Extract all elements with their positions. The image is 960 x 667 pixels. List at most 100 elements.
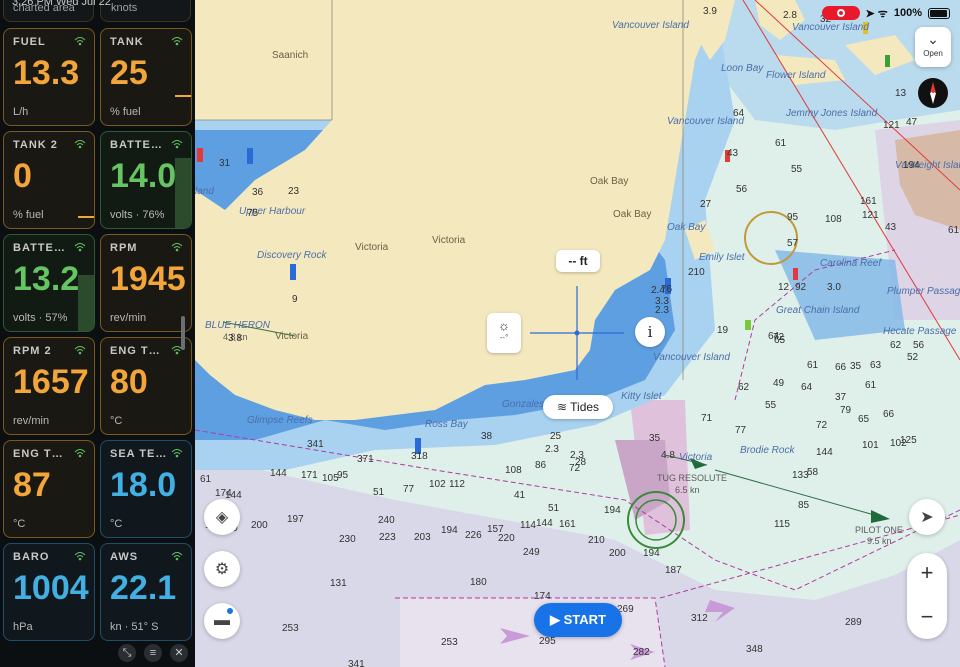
depth-sounding: 174: [534, 591, 551, 602]
tile-value: 1657: [13, 363, 89, 401]
zoom-controls: + −: [907, 553, 947, 639]
depth-sounding: 112: [449, 479, 465, 490]
tile-label: ENG T…: [13, 448, 64, 460]
instrument-tile[interactable]: RPM 2 1657 rev/min: [3, 337, 95, 435]
instrument-tile[interactable]: FUEL 13.3 L/h: [3, 28, 95, 126]
close-icon[interactable]: ✕: [170, 644, 188, 662]
sun-button[interactable]: ☼ --°: [487, 313, 521, 353]
depth-sounding: 61: [775, 138, 787, 149]
land-label: Oak Bay: [590, 176, 629, 187]
open-label: Open: [923, 49, 943, 58]
tile-unit: volts · 57%: [13, 312, 68, 324]
instrument-tile[interactable]: BATTE… 14.0 volts · 76%: [100, 131, 192, 229]
start-button[interactable]: ▶ START: [534, 603, 622, 637]
depth-sounding: 2.3: [570, 450, 584, 461]
depth-sounding: 31: [219, 158, 231, 169]
vessel-label: TUG RESOLUTE: [657, 473, 728, 483]
zoom-in-button[interactable]: +: [907, 553, 947, 593]
instrument-panel: charted area knots 3:26 PM Wed Jul 22 FU…: [0, 0, 195, 667]
depth-sounding: 66: [835, 362, 847, 373]
location-arrow-icon: ➤: [920, 509, 934, 526]
zoom-out-button[interactable]: −: [907, 597, 947, 637]
layers-icon: ◈: [215, 509, 229, 526]
water-label: Brodie Rock: [740, 445, 795, 456]
tile-unit: °C: [110, 415, 123, 427]
depth-sounding: 348: [746, 644, 763, 655]
tile-unit: kn · 51° S: [110, 621, 159, 633]
vessel-label: PILOT ONE: [855, 525, 903, 535]
depth-sounding: 282: [633, 647, 650, 658]
depth-sounding: 35: [649, 433, 661, 444]
depth-sounding: 56: [913, 340, 925, 351]
instrument-tile[interactable]: RPM 1945 rev/min: [100, 234, 192, 332]
info-button[interactable]: i: [635, 317, 665, 347]
settings-button[interactable]: ⚙: [204, 551, 240, 587]
depth-sounding: 144: [816, 447, 833, 458]
tile-label: BATTE…: [13, 242, 66, 254]
tile-value: 13.2: [13, 260, 80, 298]
tile-unit: % fuel: [13, 209, 44, 221]
depth-sounding: 19: [717, 325, 729, 336]
depth-sounding: 75: [247, 208, 259, 219]
nautical-chart-map[interactable]: Saanich Victoria Victoria Oak Bay Oak Bay Vic…: [195, 0, 960, 667]
tile-label: RPM: [110, 242, 138, 254]
depth-sounding: 371: [357, 454, 374, 465]
depth-sounding: 86: [535, 460, 547, 471]
depth-sounding: 253: [441, 637, 458, 648]
depth-sounding: 85: [798, 500, 810, 511]
tile-label: BARO: [13, 551, 50, 563]
files-button[interactable]: ▬: [204, 603, 240, 639]
instrument-tile[interactable]: ENG T… 87 °C: [3, 440, 95, 538]
water-label: Emily Islet: [699, 252, 745, 263]
tile-unit: rev/min: [13, 415, 50, 427]
depth-sounding: 13: [895, 88, 907, 99]
depth-sounding: 220: [498, 533, 515, 544]
tile-label: TANK 2: [13, 139, 58, 151]
tile-label: BATTE…: [110, 139, 163, 151]
sun-icon: ☼: [498, 318, 510, 333]
depth-sounding: 2.3: [655, 305, 669, 316]
depth-sounding: 161: [559, 519, 576, 530]
depth-sounding: 194: [604, 505, 621, 516]
instrument-tile[interactable]: SEA TE… 18.0 °C: [100, 440, 192, 538]
recording-indicator[interactable]: [821, 6, 860, 20]
land-label: Victoria: [355, 242, 389, 253]
depth-sounding: 79: [840, 405, 852, 416]
play-icon: ▶: [550, 612, 560, 627]
water-label: Vancouver Island: [653, 352, 730, 363]
instrument-tile[interactable]: TANK 25 % fuel: [100, 28, 192, 126]
depth-sounding: 72: [773, 332, 785, 343]
list-icon[interactable]: ≡: [144, 644, 162, 662]
depth-sounding: 194: [903, 160, 920, 171]
vessel-label: 9.5 kn: [867, 536, 892, 546]
land-label: Victoria: [275, 331, 309, 342]
expand-icon[interactable]: ⤡: [118, 644, 136, 662]
depth-sounding: 161: [860, 196, 877, 207]
locate-button[interactable]: ➤: [909, 499, 945, 535]
open-panel-button[interactable]: ⌄ Open: [915, 27, 951, 67]
instrument-tile[interactable]: BATTE… 13.2 volts · 57%: [3, 234, 95, 332]
tile-value: 87: [13, 466, 51, 504]
instrument-tile[interactable]: ENG T… 80 °C: [100, 337, 192, 435]
gear-icon: ⚙: [214, 561, 230, 578]
layers-button[interactable]: ◈: [204, 499, 240, 535]
tile-unit: L/h: [13, 106, 29, 118]
instrument-tile[interactable]: BARO 1004 hPa: [3, 543, 95, 641]
depth-sounding: 3.0: [827, 282, 841, 293]
panel-scrollbar[interactable]: [181, 316, 185, 350]
depth-sounding: 77: [403, 484, 415, 495]
depth-sounding: 37: [835, 392, 847, 403]
tile-label: ENG T…: [110, 345, 161, 357]
instrument-tile[interactable]: TANK 2 0 % fuel: [3, 131, 95, 229]
compass-icon[interactable]: N: [918, 78, 948, 108]
depth-sounding: 61: [865, 380, 877, 391]
water-label: Carolina Reef: [820, 258, 882, 269]
depth-sounding: 121: [862, 210, 879, 221]
instrument-tile[interactable]: AWS 22.1 kn · 51° S: [100, 543, 192, 641]
depth-sounding: 51: [548, 503, 560, 514]
tile-value: 1004: [13, 569, 89, 607]
tile-unit: °C: [110, 518, 123, 530]
tile-value: 14.0: [110, 157, 177, 195]
water-label: Discovery Rock: [257, 250, 327, 261]
tides-button[interactable]: ≋ Tides: [543, 395, 613, 419]
